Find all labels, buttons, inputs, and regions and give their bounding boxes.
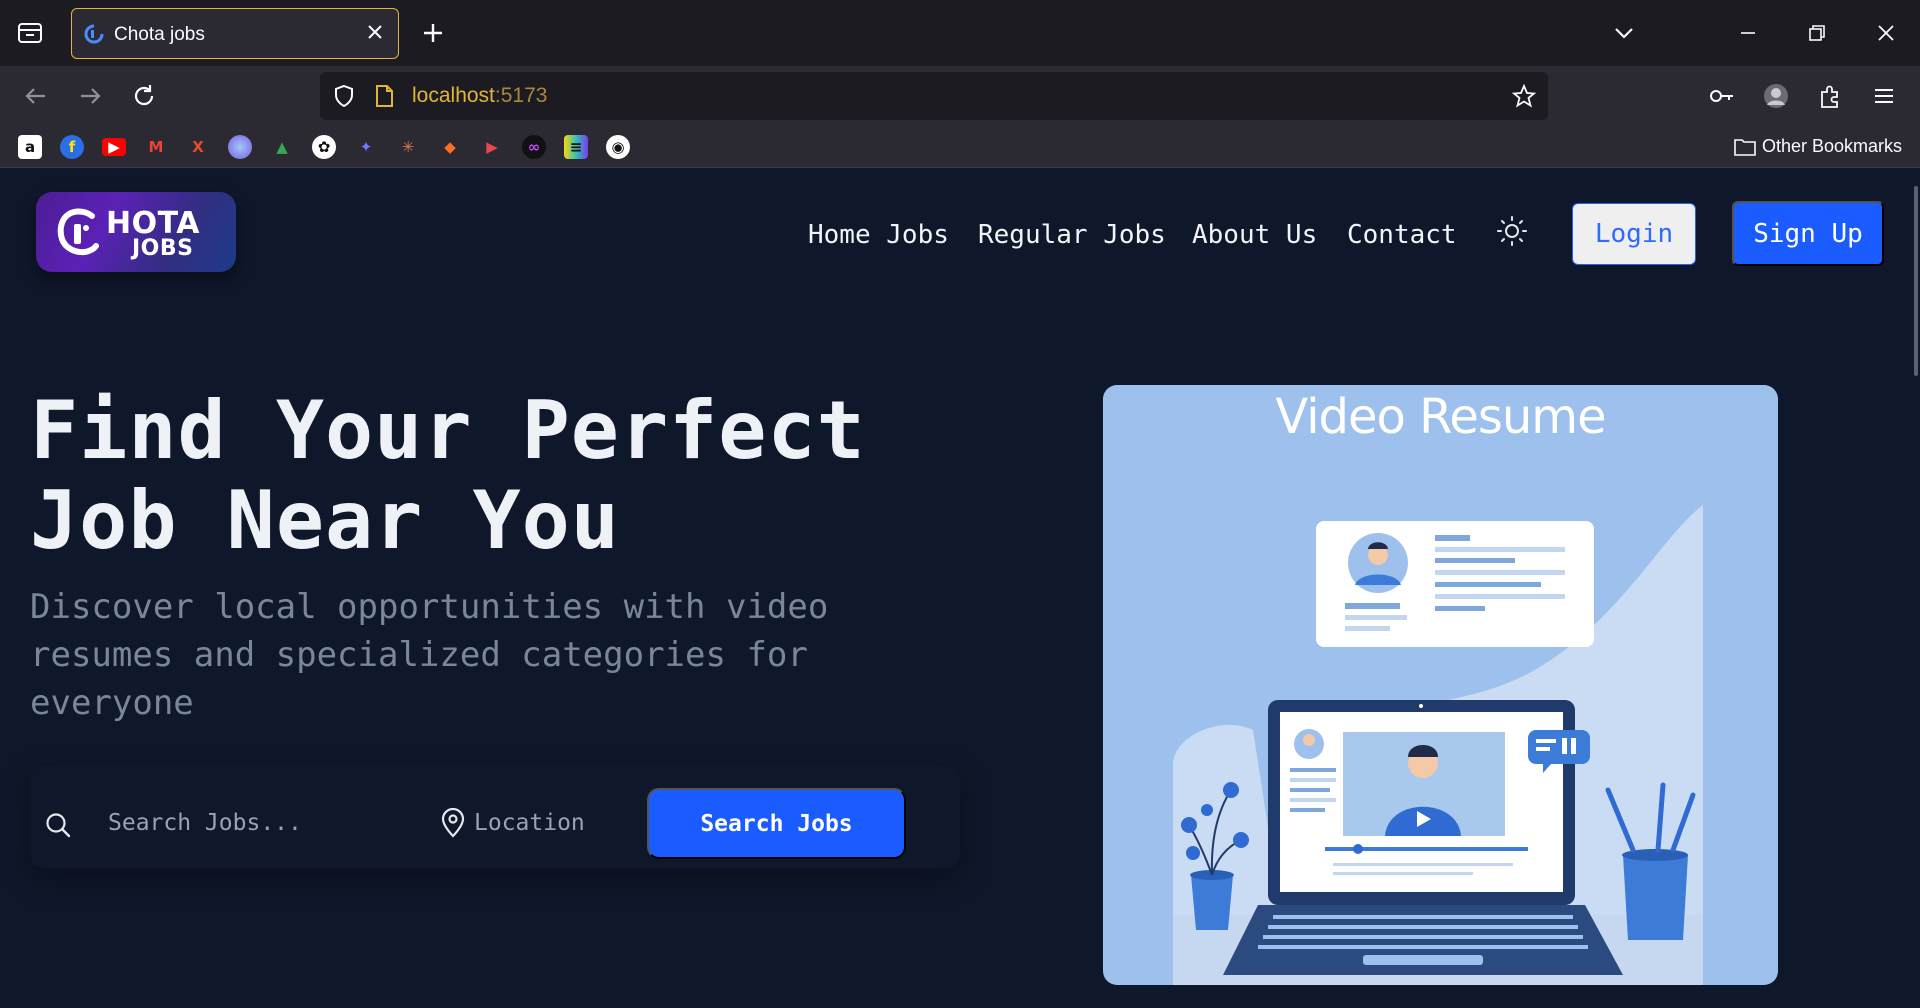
codepen-icon[interactable]: ≡ [564,135,588,159]
url-text: localhost:5173 [412,84,547,108]
hero-title: Find Your Perfect Job Near You [30,386,866,566]
close-window-icon[interactable] [1873,20,1899,46]
tab-list-icon[interactable] [16,20,44,46]
search-jobs-input[interactable]: Search Jobs... [108,810,302,836]
hero-subtitle: Discover local opportunities with video … [30,587,829,723]
password-key-icon[interactable] [1708,82,1736,110]
flipkart-icon[interactable]: f [60,135,84,159]
logo-mark-icon [57,208,99,256]
nav-about-us[interactable]: About Us [1192,220,1317,250]
gitlab-icon[interactable]: ◆ [438,135,462,159]
infinity-icon[interactable]: ∞ [522,135,546,159]
reload-icon[interactable] [130,82,158,110]
other-bookmarks[interactable]: Other Bookmarks [1734,136,1902,157]
tab-favicon-icon [84,24,104,44]
send-icon[interactable]: ▶ [480,135,504,159]
account-avatar-icon[interactable] [1762,82,1790,110]
video-resume-illustration [1173,505,1703,985]
site-logo[interactable]: HOTA JOBS [36,192,236,272]
x-icon[interactable]: X [186,135,210,159]
bard-icon[interactable]: ✦ [354,135,378,159]
list-all-tabs-icon[interactable] [1611,20,1637,46]
claude-icon[interactable]: ✳ [396,135,420,159]
signup-button[interactable]: Sign Up [1732,201,1884,266]
openai-icon[interactable]: ✿ [312,135,336,159]
minimize-icon[interactable] [1735,20,1761,46]
youtube-icon[interactable]: ▶ [102,138,126,156]
page-scrollbar[interactable] [1914,186,1918,376]
back-icon[interactable] [22,82,50,110]
close-tab-icon[interactable] [366,23,384,41]
login-button[interactable]: Login [1572,203,1696,265]
page-info-icon[interactable] [372,84,396,108]
github-icon[interactable]: ◉ [606,135,630,159]
browser-tab[interactable]: Chota jobs [71,8,399,59]
bookmark-star-icon[interactable] [1512,84,1536,108]
url-port: :5173 [494,84,548,107]
location-input[interactable]: Location [474,810,585,836]
nav-home-jobs[interactable]: Home Jobs [808,220,949,250]
restore-icon[interactable] [1804,20,1830,46]
amazon-icon[interactable]: a [18,135,42,159]
search-icon [46,813,71,838]
hero-title-line2: Job Near You [30,474,620,567]
extensions-icon[interactable] [1816,82,1844,110]
hero-title-line1: Find Your Perfect [30,384,866,477]
new-tab-icon[interactable] [420,20,446,46]
drive-icon[interactable]: ▲ [270,135,294,159]
shield-icon[interactable] [332,84,356,108]
perplexity-icon[interactable] [228,135,252,159]
browser-tab-bar: Chota jobs [0,0,1920,66]
folder-icon [1734,138,1756,156]
search-jobs-button[interactable]: Search Jobs [647,788,906,859]
url-host: localhost [412,84,495,107]
video-resume-card: Video Resume [1103,385,1778,985]
sun-icon[interactable] [1496,215,1528,247]
logo-text-line2: JOBS [132,236,194,261]
other-bookmarks-label: Other Bookmarks [1761,136,1902,156]
forward-icon[interactable] [76,82,104,110]
bookmarks-toolbar: a f ▶ M X ▲ ✿ ✦ ✳ ◆ ▶ ∞ ≡ ◉ Other Bookma… [0,126,1920,168]
tab-title: Chota jobs [114,24,205,45]
menu-icon[interactable] [1870,82,1898,110]
url-bar[interactable]: localhost:5173 [320,72,1548,120]
web-page: HOTA JOBS Home Jobs Regular Jobs About U… [0,168,1920,1008]
nav-regular-jobs[interactable]: Regular Jobs [978,220,1166,250]
browser-nav-bar: localhost:5173 [0,66,1920,126]
gmail-icon[interactable]: M [144,135,168,159]
location-pin-icon [441,808,465,838]
nav-contact[interactable]: Contact [1347,220,1457,250]
